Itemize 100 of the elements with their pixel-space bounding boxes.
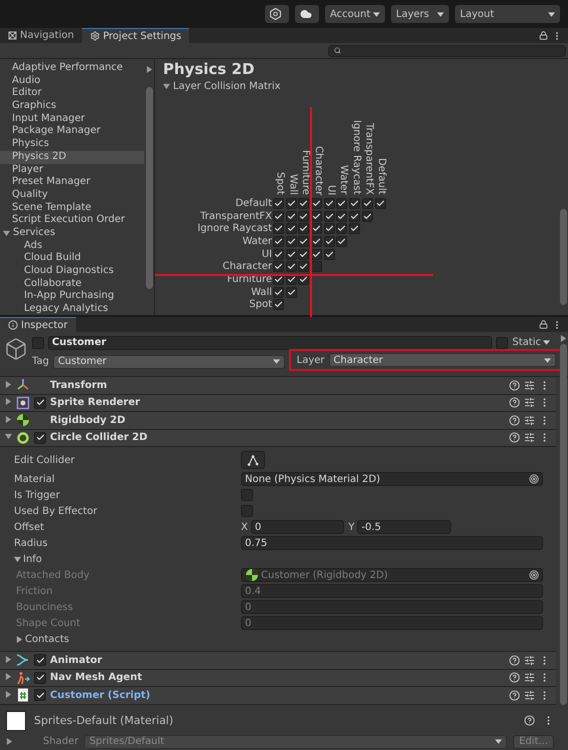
checkbox[interactable] — [34, 396, 46, 409]
sidebar-item[interactable]: Collaborate — [0, 278, 144, 290]
checkbox[interactable] — [286, 261, 297, 272]
component-header[interactable]: Nav Mesh Agent — [0, 670, 556, 687]
checkbox[interactable] — [336, 210, 348, 222]
checkbox[interactable] — [273, 286, 284, 298]
scroll-up-icon[interactable] — [146, 66, 152, 73]
help-icon[interactable] — [509, 380, 520, 391]
panel-tab[interactable]: Inspector — [0, 317, 76, 332]
scrollbar[interactable] — [558, 335, 568, 705]
checkbox[interactable] — [324, 223, 335, 234]
checkbox[interactable] — [273, 223, 284, 234]
checkbox[interactable] — [286, 236, 297, 247]
tag-dropdown[interactable]: Customer — [52, 354, 285, 368]
checkbox[interactable] — [374, 198, 386, 209]
settings-sliders-icon[interactable] — [524, 432, 535, 444]
help-icon[interactable] — [509, 672, 520, 684]
sidebar-item[interactable]: Adaptive Performance — [0, 62, 144, 75]
checkbox[interactable] — [496, 336, 508, 348]
disclosure-triangle-icon[interactable] — [14, 556, 21, 562]
component-header[interactable]: Transform — [0, 377, 556, 394]
sidebar-item[interactable]: Physics — [0, 138, 144, 151]
checkbox[interactable] — [298, 198, 310, 209]
checkbox[interactable] — [311, 236, 322, 247]
checkbox[interactable] — [241, 505, 253, 517]
checkbox[interactable] — [311, 198, 322, 209]
component-header[interactable]: Circle Collider 2D — [0, 430, 556, 447]
foldout-toggle[interactable]: Layer Collision Matrix — [173, 80, 281, 92]
checkbox[interactable] — [311, 261, 322, 272]
sidebar-item[interactable]: Package Manager — [0, 125, 144, 138]
sidebar-item[interactable]: Legacy Analytics — [0, 303, 144, 316]
checkbox[interactable] — [286, 223, 297, 234]
disclosure-triangle-icon[interactable] — [163, 82, 170, 90]
disclosure-triangle-icon[interactable] — [5, 398, 12, 406]
input-field[interactable]: 0 — [250, 520, 344, 534]
checkbox[interactable] — [273, 198, 284, 209]
checkbox[interactable] — [298, 248, 310, 260]
checkbox[interactable] — [311, 223, 322, 234]
help-icon[interactable] — [509, 654, 520, 666]
settings-sliders-icon[interactable] — [524, 397, 535, 408]
panel-tab[interactable]: Project Settings — [82, 28, 190, 43]
checkbox[interactable] — [286, 198, 297, 209]
collab-button[interactable] — [265, 5, 289, 23]
checkbox[interactable] — [273, 261, 284, 272]
component-header[interactable]: Customer (Script) — [0, 687, 556, 704]
disclosure-triangle-icon[interactable] — [5, 380, 12, 388]
disclosure-triangle-icon[interactable] — [16, 636, 23, 642]
input-field[interactable]: 0.75 — [241, 536, 543, 550]
sidebar-item[interactable]: Script Execution Order — [0, 214, 144, 227]
static-dropdown[interactable]: Static — [512, 337, 550, 348]
settings-sliders-icon[interactable] — [524, 380, 535, 391]
help-icon[interactable] — [509, 414, 520, 426]
toolbar-dropdown[interactable]: Layers — [391, 5, 449, 23]
checkbox[interactable] — [324, 210, 335, 222]
component-header[interactable]: Animator — [0, 652, 556, 670]
scroll-up-icon[interactable] — [560, 335, 566, 342]
checkbox[interactable] — [273, 248, 284, 260]
help-icon[interactable] — [524, 715, 535, 726]
lock-icon[interactable] — [539, 31, 548, 40]
input-field[interactable]: -0.5 — [357, 520, 451, 534]
sidebar-item[interactable]: Player — [0, 164, 144, 176]
edit-collider-button[interactable] — [241, 451, 265, 469]
checkbox[interactable] — [336, 198, 348, 209]
disclosure-triangle-icon[interactable] — [5, 433, 12, 440]
lock-icon[interactable] — [539, 320, 548, 329]
sidebar-item[interactable]: Cloud Build — [0, 252, 144, 265]
search-field[interactable] — [328, 44, 566, 56]
checkbox[interactable] — [349, 223, 360, 234]
toolbar-dropdown[interactable]: Layout — [455, 5, 560, 23]
checkbox[interactable] — [273, 236, 284, 247]
layer-dropdown[interactable]: Character — [328, 353, 556, 367]
sidebar-item[interactable]: Ads — [0, 240, 144, 252]
disclosure-triangle-icon[interactable] — [5, 673, 12, 680]
checkbox[interactable] — [324, 198, 335, 209]
checkbox[interactable] — [34, 689, 46, 702]
checkbox[interactable] — [349, 198, 360, 209]
checkbox[interactable] — [324, 236, 335, 247]
checkbox[interactable] — [298, 210, 310, 222]
component-header[interactable]: Sprite Renderer — [0, 394, 556, 412]
settings-sliders-icon[interactable] — [524, 672, 535, 684]
checkbox[interactable] — [311, 248, 322, 260]
sidebar-item[interactable]: Preset Manager — [0, 176, 144, 189]
checkbox[interactable] — [362, 210, 373, 222]
foldout-toggle[interactable]: Contacts — [25, 634, 70, 644]
checkbox[interactable] — [336, 236, 348, 247]
checkbox[interactable] — [298, 236, 310, 247]
sidebar-item[interactable]: Editor — [0, 87, 144, 100]
checkbox[interactable] — [34, 672, 46, 684]
checkbox[interactable] — [286, 210, 297, 222]
disclosure-triangle-icon[interactable] — [5, 690, 12, 698]
settings-sliders-icon[interactable] — [524, 654, 535, 666]
sidebar-item[interactable]: Quality — [0, 188, 144, 202]
object-field[interactable]: None (Physics Material 2D) — [241, 472, 543, 486]
checkbox[interactable] — [286, 248, 297, 260]
checkbox[interactable] — [298, 223, 310, 234]
disclosure-triangle-icon[interactable] — [5, 656, 12, 663]
cube-icon[interactable] — [4, 337, 28, 361]
component-header[interactable]: Rigidbody 2D — [0, 412, 556, 430]
help-icon[interactable] — [509, 690, 520, 701]
disclosure-triangle-icon[interactable] — [6, 738, 13, 745]
